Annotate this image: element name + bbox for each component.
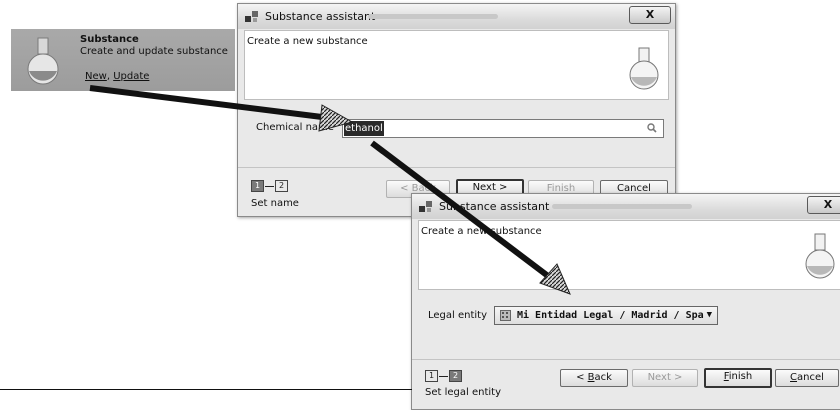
step-connector (265, 185, 274, 187)
card-description: Create and update substance (80, 46, 228, 57)
dialog-titlebar[interactable]: Substance assistant X (412, 194, 840, 219)
dialog-header-panel: Create a new substance (244, 30, 669, 100)
dialog-header-panel: Create a new substance (418, 220, 840, 290)
cancel-rest: ancel (797, 372, 824, 383)
blurred-title-text (368, 14, 498, 19)
close-button[interactable]: X (807, 196, 840, 214)
legal-entity-select[interactable]: Mi Entidad Legal / Madrid / Spa ▼ (494, 306, 718, 325)
app-icon (245, 11, 258, 22)
chemical-name-label: Chemical name (256, 122, 334, 133)
chemical-name-value: ethanol (344, 121, 384, 136)
dialog-title: Substance assistant (265, 10, 376, 23)
flask-icon (805, 233, 835, 279)
step-label: Set name (251, 198, 299, 209)
building-icon (500, 310, 511, 321)
next-button[interactable]: Next > (632, 369, 698, 387)
chevron-down-icon: ▼ (706, 310, 712, 320)
step-indicator: 12 (251, 180, 288, 192)
card-links: New, Update (85, 71, 149, 82)
substance-assistant-dialog-name: Substance assistant X Create a new subst… (237, 3, 676, 217)
step-connector (439, 375, 448, 377)
blurred-title-text (552, 204, 692, 209)
legal-entity-label: Legal entity (428, 310, 488, 321)
card-title: Substance (80, 34, 139, 45)
new-link[interactable]: New (85, 71, 107, 82)
header-text: Create a new substance (421, 226, 542, 237)
chemical-name-input[interactable]: ethanol (342, 119, 664, 138)
step-1-box: 1 (251, 180, 264, 192)
footer-divider (412, 359, 840, 360)
back-rest: ack (594, 372, 612, 383)
finish-button[interactable]: Finish (704, 368, 772, 388)
step-indicator: 12 (425, 370, 462, 382)
header-text: Create a new substance (247, 36, 368, 47)
back-button[interactable]: < Back (560, 369, 628, 387)
app-icon (419, 201, 432, 212)
search-icon (647, 123, 657, 133)
step-1-box: 1 (425, 370, 438, 382)
step-2-box: 2 (449, 370, 462, 382)
dialog-title: Substance assistant (439, 200, 550, 213)
step-label: Set legal entity (425, 387, 501, 398)
substance-card: Substance Create and update substance Ne… (11, 29, 235, 91)
legal-entity-value: Mi Entidad Legal / Madrid / Spa (517, 310, 704, 321)
finish-rest: inish (728, 371, 753, 382)
update-link[interactable]: Update (113, 71, 149, 82)
dialog-titlebar[interactable]: Substance assistant X (238, 4, 675, 29)
step-2-box: 2 (275, 180, 288, 192)
substance-assistant-dialog-legal-entity: Substance assistant X Create a new subst… (411, 193, 840, 410)
close-button[interactable]: X (629, 6, 671, 24)
back-mnemonic: B (587, 372, 595, 383)
back-prefix: < (576, 372, 588, 383)
cancel-mnemonic: C (790, 372, 798, 383)
footer-divider (238, 167, 675, 168)
cancel-button[interactable]: Cancel (775, 369, 839, 387)
bottom-rule (0, 389, 412, 390)
flask-icon (27, 37, 59, 85)
flask-icon (629, 47, 659, 90)
link-separator: , (106, 71, 110, 82)
